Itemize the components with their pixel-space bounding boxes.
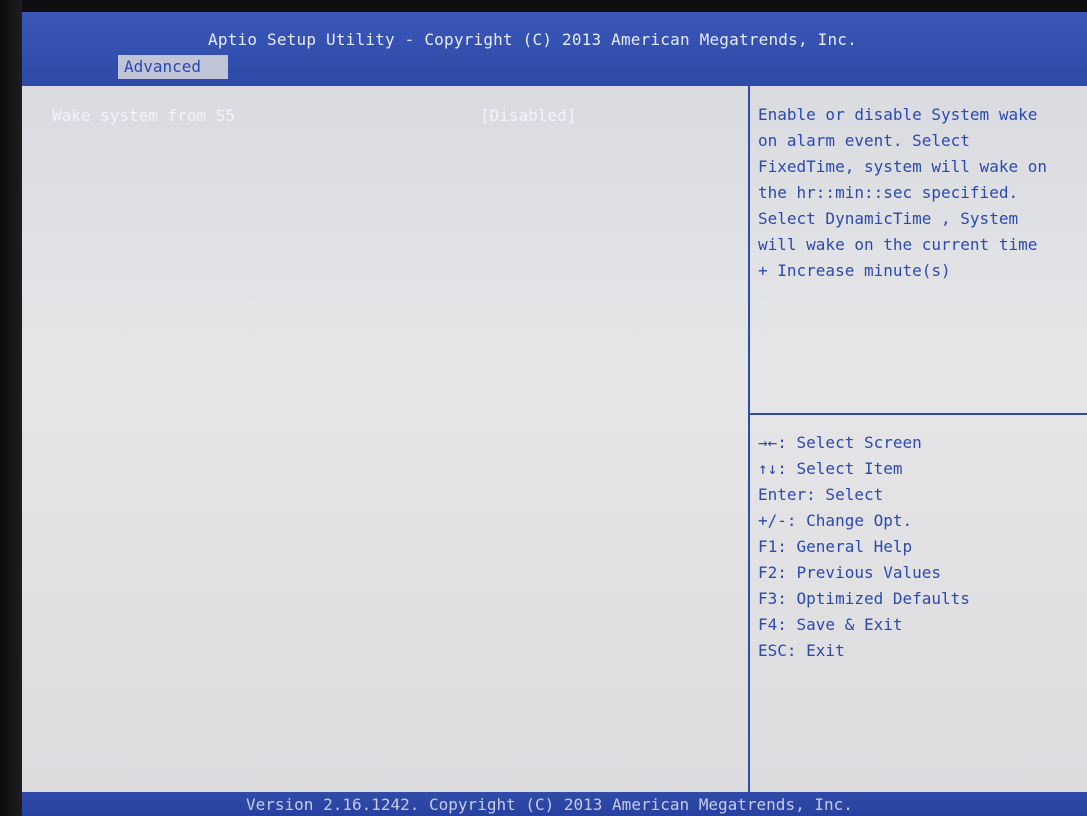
key-save-exit: F4: Save & Exit <box>758 615 903 634</box>
setting-label: Wake system from S5 <box>52 106 236 125</box>
footer-bar: Version 2.16.1242. Copyright (C) 2013 Am… <box>22 792 1087 816</box>
key-legend: →←: Select Screen ↑↓: Select Item Enter:… <box>758 430 1080 664</box>
version-text: Version 2.16.1242. Copyright (C) 2013 Am… <box>246 795 853 814</box>
key-general-help: F1: General Help <box>758 537 913 556</box>
main-panel: Wake system from S5 [Disabled] Enable or… <box>22 86 1087 792</box>
key-change-opt: +/-: Change Opt. <box>758 511 913 530</box>
help-divider <box>748 413 1087 415</box>
key-select-item: ↑↓: Select Item <box>758 459 903 478</box>
key-select-screen: →←: Select Screen <box>758 433 922 452</box>
help-panel: Enable or disable System wake on alarm e… <box>748 86 1087 792</box>
setting-wake-system-from-s5[interactable]: Wake system from S5 [Disabled] <box>52 106 612 126</box>
settings-list: Wake system from S5 [Disabled] <box>22 86 746 792</box>
monitor-bezel <box>0 0 22 816</box>
key-previous-values: F2: Previous Values <box>758 563 942 582</box>
setting-value[interactable]: [Disabled] <box>480 106 576 125</box>
bios-screen: Aptio Setup Utility - Copyright (C) 2013… <box>0 0 1087 816</box>
key-enter-select: Enter: Select <box>758 485 884 504</box>
key-optimized-defaults: F3: Optimized Defaults <box>758 589 970 608</box>
utility-title: Aptio Setup Utility - Copyright (C) 2013… <box>208 30 857 49</box>
tab-advanced[interactable]: Advanced <box>118 55 228 79</box>
key-esc-exit: ESC: Exit <box>758 641 845 660</box>
help-text: Enable or disable System wake on alarm e… <box>758 105 1047 280</box>
